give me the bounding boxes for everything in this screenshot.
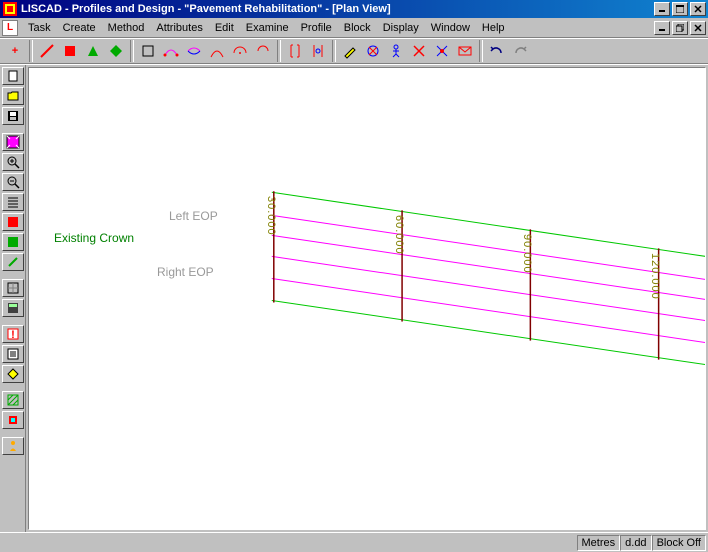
tool-polygon2-icon[interactable]	[105, 40, 127, 62]
menu-task[interactable]: Task	[22, 20, 57, 36]
side-db-icon[interactable]	[2, 411, 24, 429]
tool-arc3-icon[interactable]	[252, 40, 274, 62]
side-calc-icon[interactable]	[2, 299, 24, 317]
tool-rect-icon[interactable]	[59, 40, 81, 62]
window-controls	[652, 2, 706, 16]
menu-help[interactable]: Help	[476, 20, 511, 36]
side-grid-icon[interactable]	[2, 279, 24, 297]
menu-block[interactable]: Block	[338, 20, 377, 36]
menu-attributes[interactable]: Attributes	[150, 20, 208, 36]
chainage-60: 60.000	[393, 215, 405, 255]
side-pencil-icon[interactable]	[2, 253, 24, 271]
tool-undo-icon[interactable]	[486, 40, 508, 62]
side-edit-icon[interactable]	[2, 345, 24, 363]
tool-bracket1-icon[interactable]	[284, 40, 306, 62]
status-format[interactable]: d.dd	[620, 535, 651, 551]
mdi-minimize-button[interactable]	[654, 21, 670, 35]
menu-display[interactable]: Display	[377, 20, 425, 36]
side-diamond-icon[interactable]	[2, 365, 24, 383]
drawing	[29, 68, 705, 529]
side-hatch-icon[interactable]	[2, 391, 24, 409]
tool-polygon-icon[interactable]	[82, 40, 104, 62]
svg-text:!: !	[11, 329, 15, 341]
tool-redo-icon[interactable]	[509, 40, 531, 62]
side-person-icon[interactable]	[2, 437, 24, 455]
tool-cross-circle-icon[interactable]	[362, 40, 384, 62]
menubar: L Task Create Method Attributes Edit Exa…	[0, 18, 708, 38]
window-title: LISCAD - Profiles and Design - "Pavement…	[21, 3, 652, 15]
mdi-close-button[interactable]	[690, 21, 706, 35]
status-block[interactable]: Block Off	[652, 535, 706, 551]
plan-view-canvas[interactable]: Left EOP Existing Crown Right EOP 30.000…	[28, 67, 706, 530]
label-right-eop: Right EOP	[157, 265, 214, 279]
tool-spline1-icon[interactable]	[160, 40, 182, 62]
tool-man-icon[interactable]	[385, 40, 407, 62]
toolbar: +	[0, 38, 708, 64]
menu-examine[interactable]: Examine	[240, 20, 295, 36]
tool-envelope-icon[interactable]	[454, 40, 476, 62]
doc-icon[interactable]: L	[2, 20, 18, 36]
side-greensquare-icon[interactable]	[2, 233, 24, 251]
side-save-icon[interactable]	[2, 107, 24, 125]
workspace: ! Left EOP Existing Crown Right EOP 30.0…	[0, 64, 708, 532]
close-button[interactable]	[690, 2, 706, 16]
mdi-restore-button[interactable]	[672, 21, 688, 35]
side-layers-icon[interactable]	[2, 193, 24, 211]
side-alert-icon[interactable]: !	[2, 325, 24, 343]
side-open-icon[interactable]	[2, 87, 24, 105]
chainage-30: 30.000	[265, 196, 277, 236]
tool-bracket2-icon[interactable]	[307, 40, 329, 62]
menu-create[interactable]: Create	[57, 20, 102, 36]
app-icon	[2, 1, 18, 17]
side-toolbar: !	[0, 65, 26, 532]
side-zoom-in-icon[interactable]	[2, 153, 24, 171]
menu-edit[interactable]: Edit	[209, 20, 240, 36]
side-zoom-out-icon[interactable]	[2, 173, 24, 191]
label-left-eop: Left EOP	[169, 209, 218, 223]
side-redsquare-icon[interactable]	[2, 213, 24, 231]
label-existing-crown: Existing Crown	[54, 231, 134, 245]
tool-cross-icon[interactable]	[408, 40, 430, 62]
side-extents-icon[interactable]	[2, 133, 24, 151]
maximize-button[interactable]	[672, 2, 688, 16]
tool-point-icon[interactable]: +	[4, 40, 26, 62]
chainage-90: 90.000	[521, 234, 533, 274]
side-new-icon[interactable]	[2, 67, 24, 85]
tool-arc1-icon[interactable]	[206, 40, 228, 62]
tool-spline2-icon[interactable]	[183, 40, 205, 62]
tool-box-icon[interactable]	[137, 40, 159, 62]
menu-window[interactable]: Window	[425, 20, 476, 36]
menu-method[interactable]: Method	[102, 20, 151, 36]
tool-arc2-icon[interactable]	[229, 40, 251, 62]
status-units[interactable]: Metres	[577, 535, 621, 551]
titlebar: LISCAD - Profiles and Design - "Pavement…	[0, 0, 708, 18]
statusbar: Metres d.dd Block Off	[0, 532, 708, 552]
chainage-120: 120.000	[649, 253, 661, 300]
tool-pen-icon[interactable]	[339, 40, 361, 62]
tool-cross2-icon[interactable]	[431, 40, 453, 62]
minimize-button[interactable]	[654, 2, 670, 16]
tool-line-icon[interactable]	[36, 40, 58, 62]
menu-profile[interactable]: Profile	[295, 20, 338, 36]
